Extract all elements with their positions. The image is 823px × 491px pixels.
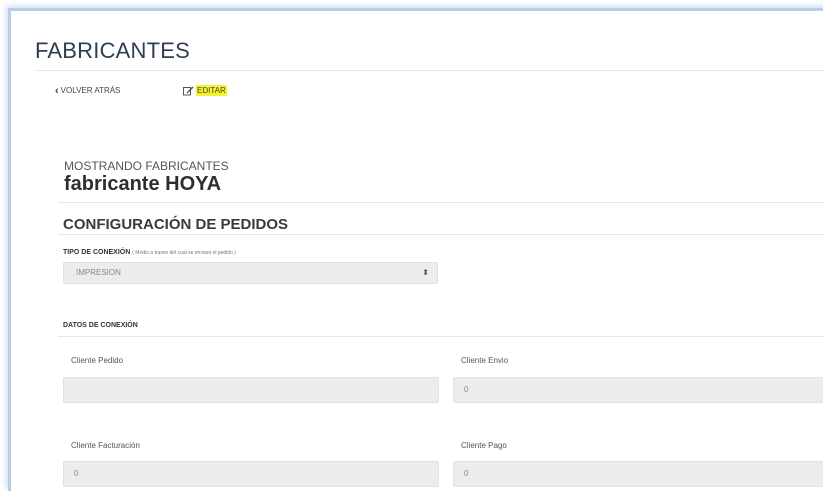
connection-data-label: DATOS DE CONEXIÓN	[63, 322, 138, 329]
connection-type-hint: ( Medio a traves del cual se enviará el …	[132, 250, 236, 256]
connection-type-label: TIPO DE CONEXIÓN ( Medio a traves del cu…	[63, 249, 236, 256]
connection-type-value: IMPRESION	[76, 268, 121, 277]
edit-link-label: EDITAR	[196, 85, 227, 96]
section-title: CONFIGURACIÓN DE PEDIDOS	[63, 216, 289, 233]
cliente-envio-field[interactable]: 0	[453, 377, 823, 403]
connection-type-select[interactable]: IMPRESION ⬍	[63, 262, 438, 284]
back-link[interactable]: ‹ VOLVER ATRÁS	[55, 84, 121, 97]
cliente-envio-label: Cliente Envio	[461, 356, 509, 365]
page-subtitle: MOSTRANDO FABRICANTES	[64, 159, 229, 173]
section-divider	[58, 234, 823, 235]
cliente-pedido-field[interactable]	[63, 377, 439, 403]
connection-type-label-text: TIPO DE CONEXIÓN	[63, 249, 131, 256]
sort-arrows-icon: ⬍	[422, 268, 429, 277]
entity-name: fabricante HOYA	[64, 173, 222, 195]
cliente-pago-label: Cliente Pago	[461, 441, 507, 450]
cliente-pedido-label: Cliente Pedido	[71, 356, 124, 365]
cliente-pago-field[interactable]: 0	[453, 461, 823, 487]
cliente-facturacion-label: Cliente Facturación	[71, 441, 140, 450]
header-divider	[58, 202, 823, 203]
app-window: FABRICANTES ‹ VOLVER ATRÁS EDITAR MOSTRA…	[8, 8, 823, 491]
page-title: FABRICANTES	[35, 38, 191, 63]
cliente-facturacion-field[interactable]: 0	[63, 461, 439, 487]
edit-icon	[183, 86, 194, 95]
chevron-left-icon: ‹	[55, 84, 59, 97]
connection-data-divider	[58, 336, 823, 337]
back-link-label: VOLVER ATRÁS	[60, 86, 121, 95]
edit-link[interactable]: EDITAR	[183, 85, 227, 96]
title-divider	[35, 70, 823, 71]
